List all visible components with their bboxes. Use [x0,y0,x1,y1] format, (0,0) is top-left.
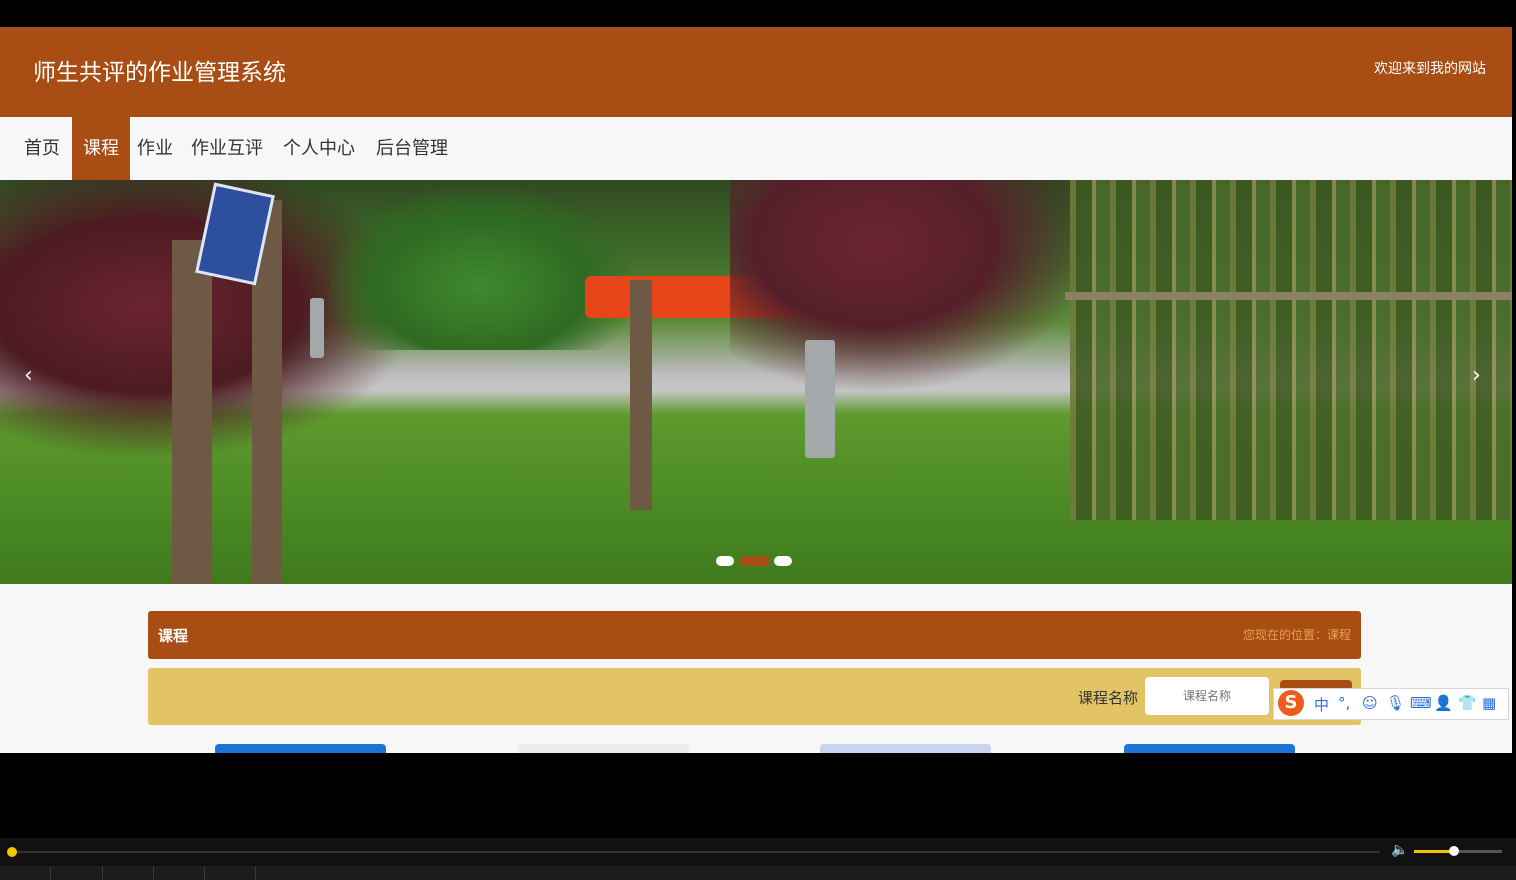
welcome-text: 欢迎来到我的网站 [1374,61,1486,77]
main-nav: 首页 课程 作业 作业互评 个人中心 后台管理 [0,117,1512,180]
nav-item-home[interactable]: 首页 [13,117,71,180]
emoji-icon[interactable]: ☺ [1362,694,1378,712]
taskbar-divider [153,866,154,880]
banner-image-bamboo [1070,180,1512,520]
banner-image-fence [1065,292,1512,300]
web-page: 师生共评的作业管理系统 欢迎来到我的网站 首页 课程 作业 作业互评 个人中心 … [0,27,1512,753]
search-bar: 课程名称 [148,668,1361,725]
volume-icon[interactable]: 🔈 [1391,842,1408,858]
taskbar-divider [255,866,256,880]
site-title: 师生共评的作业管理系统 [33,60,286,86]
banner-image-trunk [630,280,652,510]
carousel-next-icon[interactable]: › [1472,363,1481,388]
seek-knob[interactable] [7,847,17,857]
ime-toolbar: S 中 °, ☺ 🎙 ⌨ 👤 👕 ▦ [1273,688,1509,720]
banner-carousel: ‹ › [0,180,1512,584]
course-name-input[interactable] [1145,677,1269,715]
search-label: 课程名称 [1078,689,1139,707]
skin-icon[interactable]: 👕 [1458,694,1477,712]
banner-image-lamp-post [805,340,835,458]
carousel-prev-icon[interactable]: ‹ [24,363,33,388]
nav-item-admin[interactable]: 后台管理 [365,117,459,180]
course-card[interactable] [215,744,386,753]
carousel-indicators [716,554,796,568]
carousel-dot-active[interactable] [740,556,770,566]
volume-knob[interactable] [1448,846,1459,856]
chinese-mode-icon[interactable]: 中 [1314,694,1329,715]
carousel-dot[interactable] [716,556,734,566]
breadcrumb: 您现在的位置：课程 [1242,628,1351,642]
nav-item-peer-review[interactable]: 作业互评 [180,117,274,180]
section-title: 课程 [158,627,189,645]
punctuation-icon[interactable]: °, [1338,694,1350,712]
taskbar [0,866,1516,880]
seek-bar[interactable] [12,851,1380,853]
course-card[interactable] [820,744,991,753]
keyboard-icon[interactable]: ⌨ [1410,694,1432,712]
grid-menu-icon[interactable]: ▦ [1482,694,1496,712]
course-card[interactable] [518,744,689,753]
taskbar-divider [50,866,51,880]
sogou-logo-icon[interactable]: S [1278,690,1304,716]
site-header: 师生共评的作业管理系统 欢迎来到我的网站 [0,27,1512,117]
microphone-icon[interactable]: 🎙 [1386,694,1405,712]
taskbar-divider [204,866,205,880]
nav-item-homework[interactable]: 作业 [126,117,184,180]
banner-image-hedge [330,190,630,350]
nav-item-courses[interactable]: 课程 [72,117,130,180]
banner-image-lamp-post [310,298,324,358]
section-header: 课程 您现在的位置：课程 [148,611,1361,659]
volume-fill [1414,850,1454,853]
course-card[interactable] [1124,744,1295,753]
nav-item-profile[interactable]: 个人中心 [272,117,366,180]
carousel-dot[interactable] [774,556,792,566]
banner-image-tree-right [730,180,1090,390]
user-icon[interactable]: 👤 [1434,694,1453,712]
taskbar-divider [102,866,103,880]
volume-slider[interactable] [1414,846,1502,856]
banner-image-trunk [172,240,212,584]
